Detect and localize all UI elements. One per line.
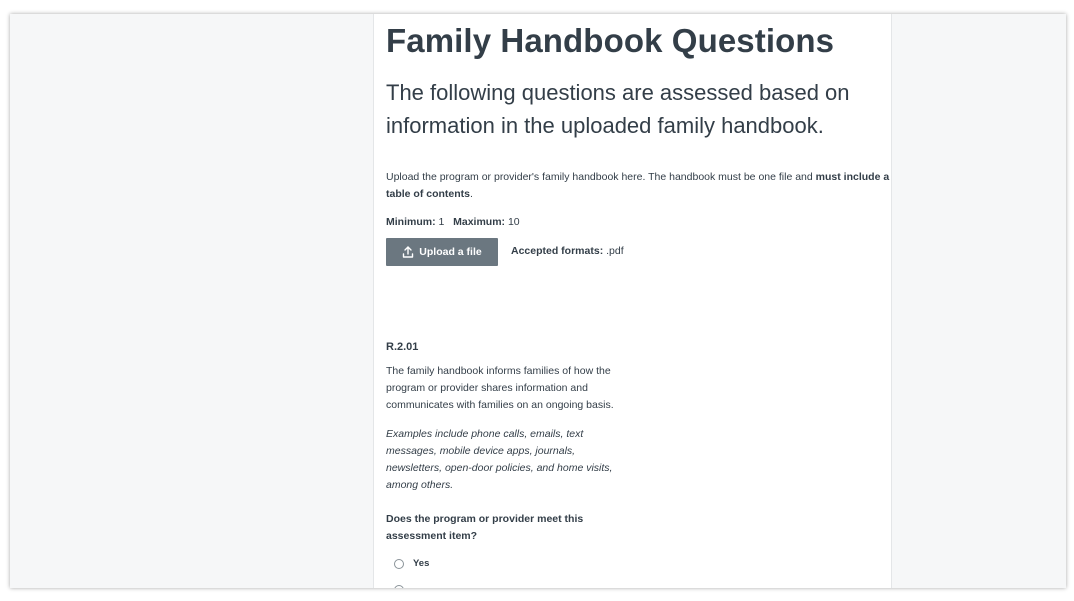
radio-button-partial[interactable]: [394, 585, 404, 588]
accepted-formats-value: .pdf: [606, 245, 624, 257]
maximum-label: Maximum:: [453, 216, 506, 228]
page-title: Family Handbook Questions: [386, 22, 835, 59]
accepted-formats: Accepted formats: .pdf: [511, 245, 624, 257]
page-subtitle: The following questions are assessed bas…: [386, 80, 850, 138]
browser-viewport: Family Handbook Questions The following …: [10, 14, 1066, 588]
radio-option-yes[interactable]: Yes: [394, 558, 429, 569]
minimum-value: 1: [438, 216, 445, 228]
radio-button-yes[interactable]: [394, 558, 404, 569]
assessment-question: Does the program or provider meet this a…: [386, 513, 584, 542]
minimum-label: Minimum:: [386, 216, 436, 228]
accepted-formats-label: Accepted formats:: [511, 245, 604, 257]
upload-icon: [403, 246, 414, 258]
radio-label-yes: Yes: [413, 558, 430, 569]
item-code: R.2.01: [386, 341, 419, 353]
form-content: Family Handbook Questions The following …: [373, 14, 892, 588]
upload-instructions-end: .: [470, 188, 473, 200]
file-limits: Minimum: 1 Maximum: 10: [386, 216, 520, 228]
upload-file-button[interactable]: Upload a file: [386, 238, 498, 266]
maximum-value: 10: [507, 216, 520, 228]
item-description: The family handbook informs families of …: [386, 365, 614, 411]
upload-instructions: Upload the program or provider's family …: [386, 169, 891, 203]
upload-instructions-text: Upload the program or provider's family …: [386, 171, 816, 183]
upload-button-label: Upload a file: [419, 246, 482, 258]
item-examples: Examples include phone calls, emails, te…: [386, 428, 613, 491]
